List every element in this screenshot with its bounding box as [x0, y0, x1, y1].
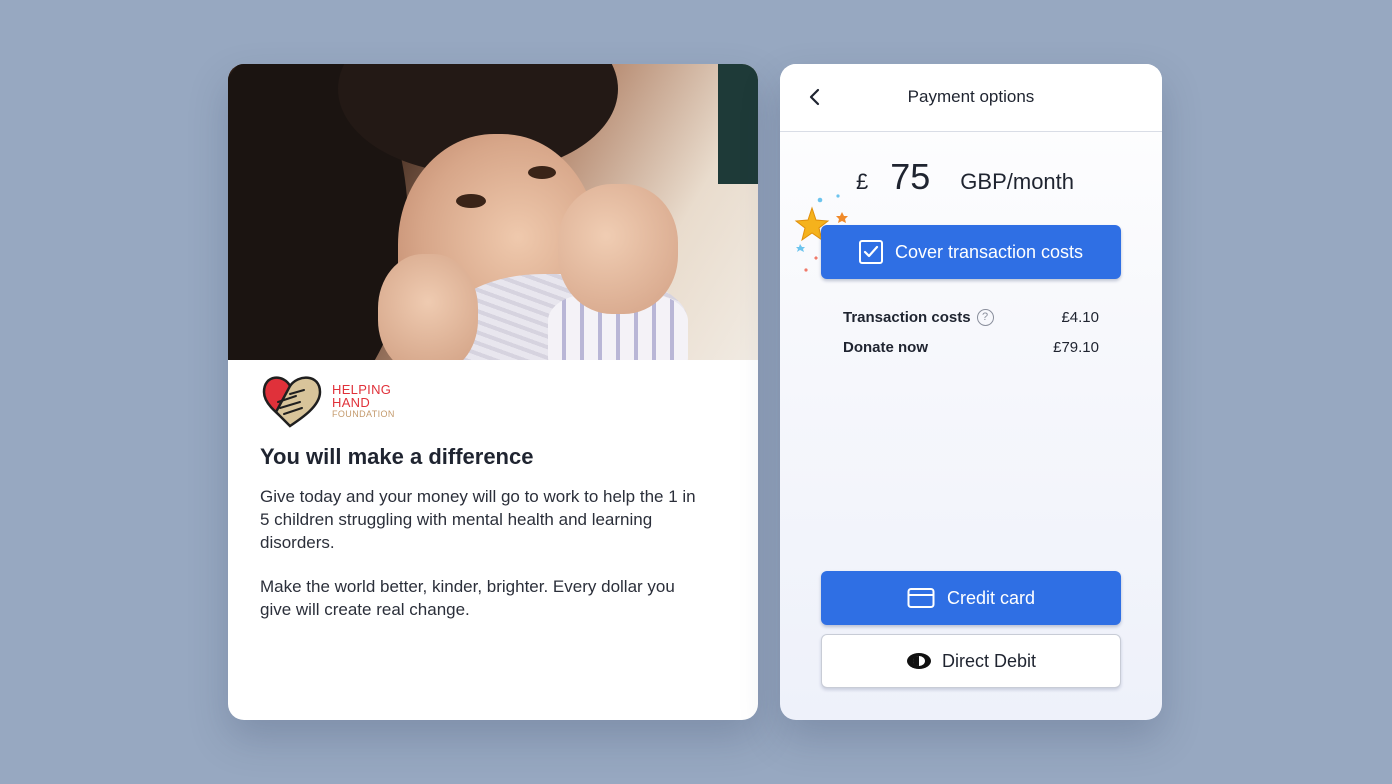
payment-header: Payment options	[780, 64, 1162, 132]
donate-now-label: Donate now	[843, 338, 928, 356]
donation-summary: Transaction costs ? £4.10 Donate now £79…	[843, 302, 1099, 362]
description-paragraph-1: Give today and your money will go to wor…	[260, 487, 696, 552]
currency-symbol: £	[856, 169, 869, 194]
transaction-costs-value: £4.10	[1061, 308, 1099, 326]
logo-line-hand: HAND	[332, 395, 371, 410]
cover-transaction-costs-button[interactable]: Cover transaction costs	[821, 225, 1121, 279]
transaction-costs-label: Transaction costs	[843, 308, 971, 326]
cover-transaction-costs-label: Cover transaction costs	[894, 241, 1084, 262]
credit-card-label: Credit card	[946, 587, 1036, 608]
heart-handshake-icon	[262, 376, 322, 428]
summary-row-donate-now: Donate now £79.10	[843, 332, 1099, 362]
donation-info-card: HELPING HAND FOUNDATION You will make a …	[228, 64, 758, 720]
donation-amount[interactable]: £ 75 GBP/month	[856, 156, 1074, 198]
direct-debit-label: Direct Debit	[941, 650, 1037, 671]
help-icon[interactable]: ?	[976, 308, 994, 326]
direct-debit-button[interactable]: Direct Debit	[821, 634, 1121, 688]
credit-card-button[interactable]: Credit card	[821, 571, 1121, 625]
payment-options-card: Payment options £ 75 GBP/month Cover tra…	[780, 64, 1162, 720]
headline: You will make a difference	[260, 444, 534, 469]
direct-debit-icon	[906, 653, 931, 669]
foundation-logo: HELPING HAND FOUNDATION	[260, 372, 395, 430]
hero-image	[228, 64, 758, 360]
amount-unit: GBP/month	[960, 169, 1075, 194]
logo-line-foundation: FOUNDATION	[332, 409, 395, 419]
description-paragraph-2: Make the world better, kinder, brighter.…	[260, 577, 675, 619]
summary-row-transaction-costs: Transaction costs ? £4.10	[843, 302, 1099, 332]
checkbox-checked-icon[interactable]	[858, 240, 883, 264]
page-title: Payment options	[907, 87, 1035, 106]
donate-now-value: £79.10	[1053, 338, 1099, 356]
credit-card-icon	[907, 588, 935, 608]
amount-value[interactable]: 75	[890, 156, 930, 198]
